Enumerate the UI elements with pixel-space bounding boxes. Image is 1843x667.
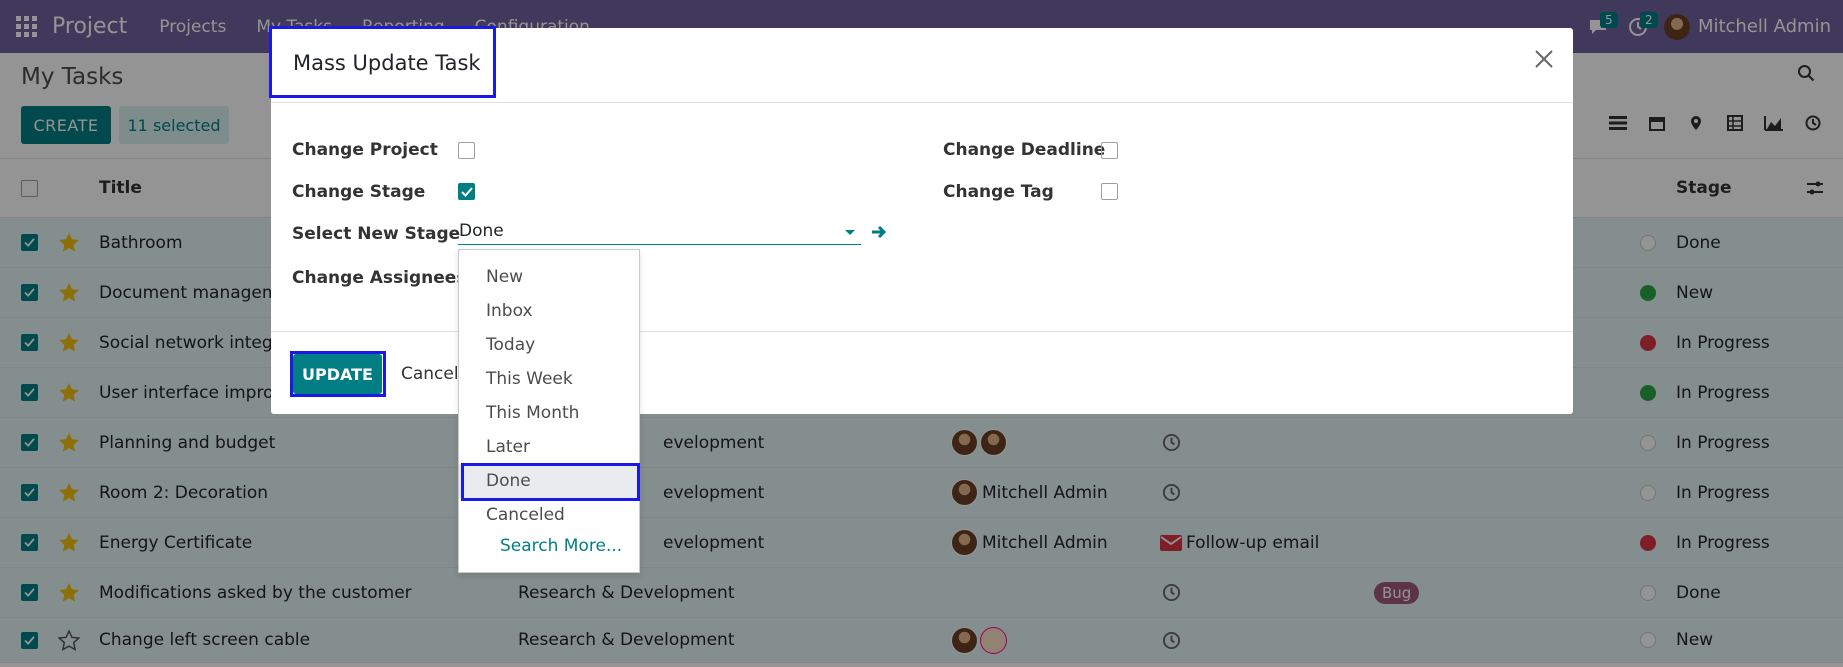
change-tag-checkbox[interactable] <box>1101 183 1118 200</box>
change-stage-label: Change Stage <box>292 182 426 202</box>
done-highlight-box <box>461 463 640 501</box>
stage-option-today[interactable]: Today <box>459 328 639 362</box>
chevron-down-icon[interactable] <box>845 230 855 235</box>
change-deadline-checkbox[interactable] <box>1101 142 1118 159</box>
modal-header: Mass Update Task <box>269 26 1573 103</box>
change-stage-checkbox[interactable] <box>458 183 475 200</box>
search-more-link[interactable]: Search More... <box>500 536 622 556</box>
stage-option-inbox[interactable]: Inbox <box>459 294 639 328</box>
stage-option-this-month[interactable]: This Month <box>459 396 639 430</box>
title-highlight-box <box>269 26 496 98</box>
stage-option-new[interactable]: New <box>459 260 639 294</box>
update-highlight-box <box>290 351 386 397</box>
change-assignees-label: Change Assignees <box>292 268 467 288</box>
change-project-checkbox[interactable] <box>458 142 475 159</box>
stage-option-later[interactable]: Later <box>459 430 639 464</box>
select-new-stage-label: Select New Stage <box>292 224 461 244</box>
check-icon <box>460 186 473 197</box>
change-project-label: Change Project <box>292 140 438 160</box>
stage-option-this-week[interactable]: This Week <box>459 362 639 396</box>
external-link-arrow-icon[interactable] <box>871 224 887 244</box>
change-deadline-label: Change Deadline <box>943 140 1106 160</box>
change-tag-label: Change Tag <box>943 182 1054 202</box>
stage-select-value: Done <box>459 221 504 241</box>
stage-select-input[interactable]: Done <box>458 221 861 245</box>
stage-dropdown: New Inbox Today This Week This Month Lat… <box>458 249 640 573</box>
close-icon[interactable] <box>1533 48 1555 74</box>
stage-option-canceled[interactable]: Canceled <box>459 498 639 532</box>
cancel-button[interactable]: Cancel <box>401 354 459 394</box>
